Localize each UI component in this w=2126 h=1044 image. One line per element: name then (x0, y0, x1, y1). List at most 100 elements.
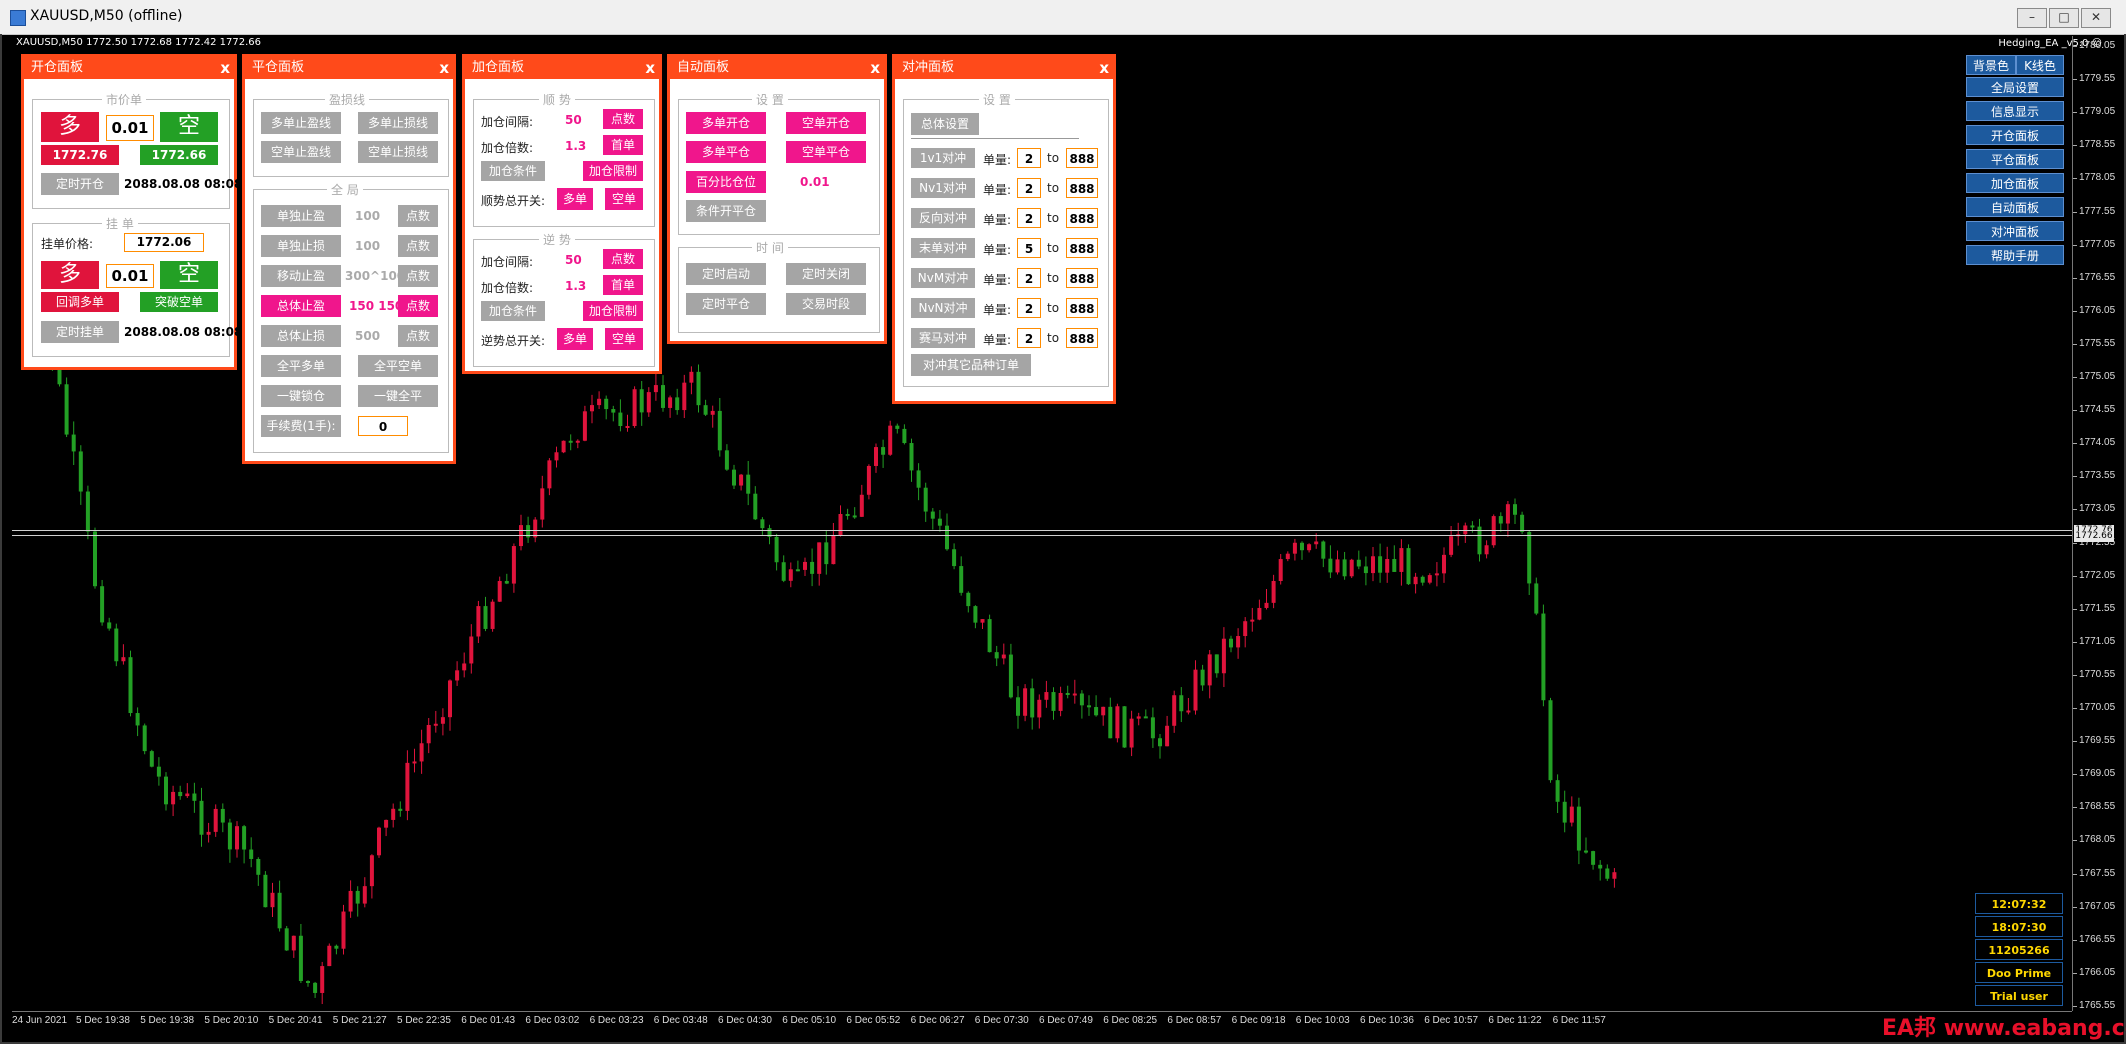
hedge-max-input[interactable]: 888 (1066, 298, 1098, 318)
add-condition-button[interactable]: 加仓条件 (481, 161, 545, 181)
buy-tp-line-button[interactable]: 多单止盈线 (261, 112, 341, 134)
hedge-mode-button[interactable]: 末单对冲 (911, 238, 975, 258)
close-panel-header[interactable]: 平仓面板 x (245, 57, 453, 79)
counter-interval-value[interactable]: 50 (565, 253, 582, 267)
total-sl-value[interactable]: 500 (355, 329, 380, 343)
counter-add-limit-button[interactable]: 加仓限制 (583, 301, 643, 321)
breakout-sell-button[interactable]: 突破空单 (140, 292, 218, 312)
hedge-mode-button[interactable]: NvN对冲 (911, 298, 975, 318)
trailing-tp-value[interactable]: 300^100 (345, 269, 405, 283)
trailing-tp-unit[interactable]: 点数 (398, 265, 438, 287)
trend-sell-switch[interactable]: 空单 (605, 188, 643, 210)
hedge-lot-input[interactable]: 2 (1017, 178, 1041, 198)
auto-panel-menu[interactable]: 自动面板 (1966, 197, 2064, 217)
close-window-button[interactable]: ✕ (2081, 8, 2111, 28)
total-tp-value[interactable]: 150 150 (349, 299, 403, 313)
pending-price-input[interactable]: 1772.06 (124, 233, 204, 252)
hedge-lot-input[interactable]: 2 (1017, 268, 1041, 288)
timed-stop-button[interactable]: 定时关闭 (786, 263, 866, 285)
sell-price-button[interactable]: 1772.66 (140, 145, 218, 165)
total-tp-button[interactable]: 总体止盈 (261, 295, 341, 317)
help-manual-menu[interactable]: 帮助手册 (1966, 245, 2064, 265)
one-click-lock-button[interactable]: 一键锁仓 (261, 385, 341, 407)
hedge-mode-button[interactable]: Nv1对冲 (911, 178, 975, 198)
hedge-max-input[interactable]: 888 (1066, 178, 1098, 198)
market-buy-button[interactable]: 多 (41, 112, 99, 142)
close-all-sell-button[interactable]: 全平空单 (358, 355, 438, 377)
sell-tp-line-button[interactable]: 空单止盈线 (261, 141, 341, 163)
hedge-mode-button[interactable]: 1v1对冲 (911, 148, 975, 168)
market-lot-input[interactable]: 0.01 (106, 115, 154, 141)
counter-sell-switch[interactable]: 空单 (605, 328, 643, 350)
timed-pending-button[interactable]: 定时挂单 (41, 321, 119, 343)
close-icon[interactable]: x (1099, 57, 1109, 79)
auto-buy-open-button[interactable]: 多单开仓 (686, 112, 766, 134)
close-all-buy-button[interactable]: 全平多单 (261, 355, 341, 377)
close-icon[interactable]: x (645, 57, 655, 79)
single-tp-value[interactable]: 100 (355, 209, 380, 223)
hedge-lot-input[interactable]: 2 (1017, 328, 1041, 348)
hedge-lot-input[interactable]: 2 (1017, 208, 1041, 228)
fee-input[interactable]: 0 (358, 416, 408, 436)
hedge-max-input[interactable]: 888 (1066, 268, 1098, 288)
timed-close-button[interactable]: 定时平仓 (686, 293, 766, 315)
maximize-button[interactable]: □ (2049, 8, 2079, 28)
pending-buy-button[interactable]: 多 (41, 261, 99, 289)
sell-sl-line-button[interactable]: 空单止损线 (358, 141, 438, 163)
single-sl-unit[interactable]: 点数 (398, 235, 438, 257)
timed-start-button[interactable]: 定时启动 (686, 263, 766, 285)
open-panel-header[interactable]: 开仓面板 x (24, 57, 234, 79)
counter-multiple-unit-button[interactable]: 首单 (603, 275, 643, 295)
counter-buy-switch[interactable]: 多单 (557, 328, 593, 350)
close-panel-menu[interactable]: 平仓面板 (1966, 149, 2064, 169)
time-scale[interactable]: 24 Jun 2021 5 Dec 19:38 5 Dec 19:38 5 Dec 2… (12, 1011, 2072, 1032)
trailing-tp-button[interactable]: 移动止盈 (261, 265, 341, 287)
conditional-open-close-button[interactable]: 条件开平仓 (686, 200, 766, 222)
hedge-lot-input[interactable]: 2 (1017, 298, 1041, 318)
interval-unit-button[interactable]: 点数 (603, 109, 643, 129)
multiple-value[interactable]: 1.3 (565, 139, 586, 153)
interval-value[interactable]: 50 (565, 113, 582, 127)
price-scale[interactable]: 1780.05 1779.55 1779.05 1778.55 1778.05 1777.… (2072, 36, 2126, 1011)
add-limit-button[interactable]: 加仓限制 (583, 161, 643, 181)
pullback-buy-button[interactable]: 回调多单 (41, 292, 119, 312)
auto-sell-close-button[interactable]: 空单平仓 (786, 141, 866, 163)
total-tp-unit[interactable]: 点数 (398, 295, 438, 317)
hedge-other-symbols-button[interactable]: 对冲其它品种订单 (911, 354, 1031, 376)
auto-panel-header[interactable]: 自动面板 x (670, 57, 884, 79)
auto-sell-open-button[interactable]: 空单开仓 (786, 112, 866, 134)
counter-add-condition-button[interactable]: 加仓条件 (481, 301, 545, 321)
candle-color-button[interactable]: K线色 (2016, 55, 2064, 75)
hedge-max-input[interactable]: 888 (1066, 328, 1098, 348)
single-sl-value[interactable]: 100 (355, 239, 380, 253)
market-sell-button[interactable]: 空 (160, 112, 218, 142)
open-panel-menu[interactable]: 开仓面板 (1966, 125, 2064, 145)
close-icon[interactable]: x (870, 57, 880, 79)
counter-interval-unit-button[interactable]: 点数 (603, 249, 643, 269)
auto-buy-close-button[interactable]: 多单平仓 (686, 141, 766, 163)
percent-position-button[interactable]: 百分比仓位 (686, 171, 766, 193)
trend-buy-switch[interactable]: 多单 (557, 188, 593, 210)
hedge-max-input[interactable]: 888 (1066, 208, 1098, 228)
hedge-mode-button[interactable]: NvM对冲 (911, 268, 975, 288)
percent-position-value[interactable]: 0.01 (800, 175, 830, 189)
buy-sl-line-button[interactable]: 多单止损线 (358, 112, 438, 134)
info-display-menu[interactable]: 信息显示 (1966, 101, 2064, 121)
global-settings-menu[interactable]: 全局设置 (1966, 77, 2064, 97)
hedge-panel-menu[interactable]: 对冲面板 (1966, 221, 2064, 241)
total-sl-button[interactable]: 总体止损 (261, 325, 341, 347)
minimize-button[interactable]: – (2017, 8, 2047, 28)
single-sl-button[interactable]: 单独止损 (261, 235, 341, 257)
add-panel-menu[interactable]: 加仓面板 (1966, 173, 2064, 193)
total-sl-unit[interactable]: 点数 (398, 325, 438, 347)
hedge-mode-button[interactable]: 反向对冲 (911, 208, 975, 228)
hedge-max-input[interactable]: 888 (1066, 238, 1098, 258)
hedge-panel-header[interactable]: 对冲面板 x (895, 57, 1113, 79)
global-settings-button[interactable]: 总体设置 (911, 113, 979, 135)
hedge-lot-input[interactable]: 2 (1017, 148, 1041, 168)
one-click-close-all-button[interactable]: 一键全平 (358, 385, 438, 407)
background-color-button[interactable]: 背景色 (1966, 55, 2016, 75)
trade-session-button[interactable]: 交易时段 (786, 293, 866, 315)
hedge-lot-input[interactable]: 5 (1017, 238, 1041, 258)
close-icon[interactable]: x (220, 57, 230, 79)
